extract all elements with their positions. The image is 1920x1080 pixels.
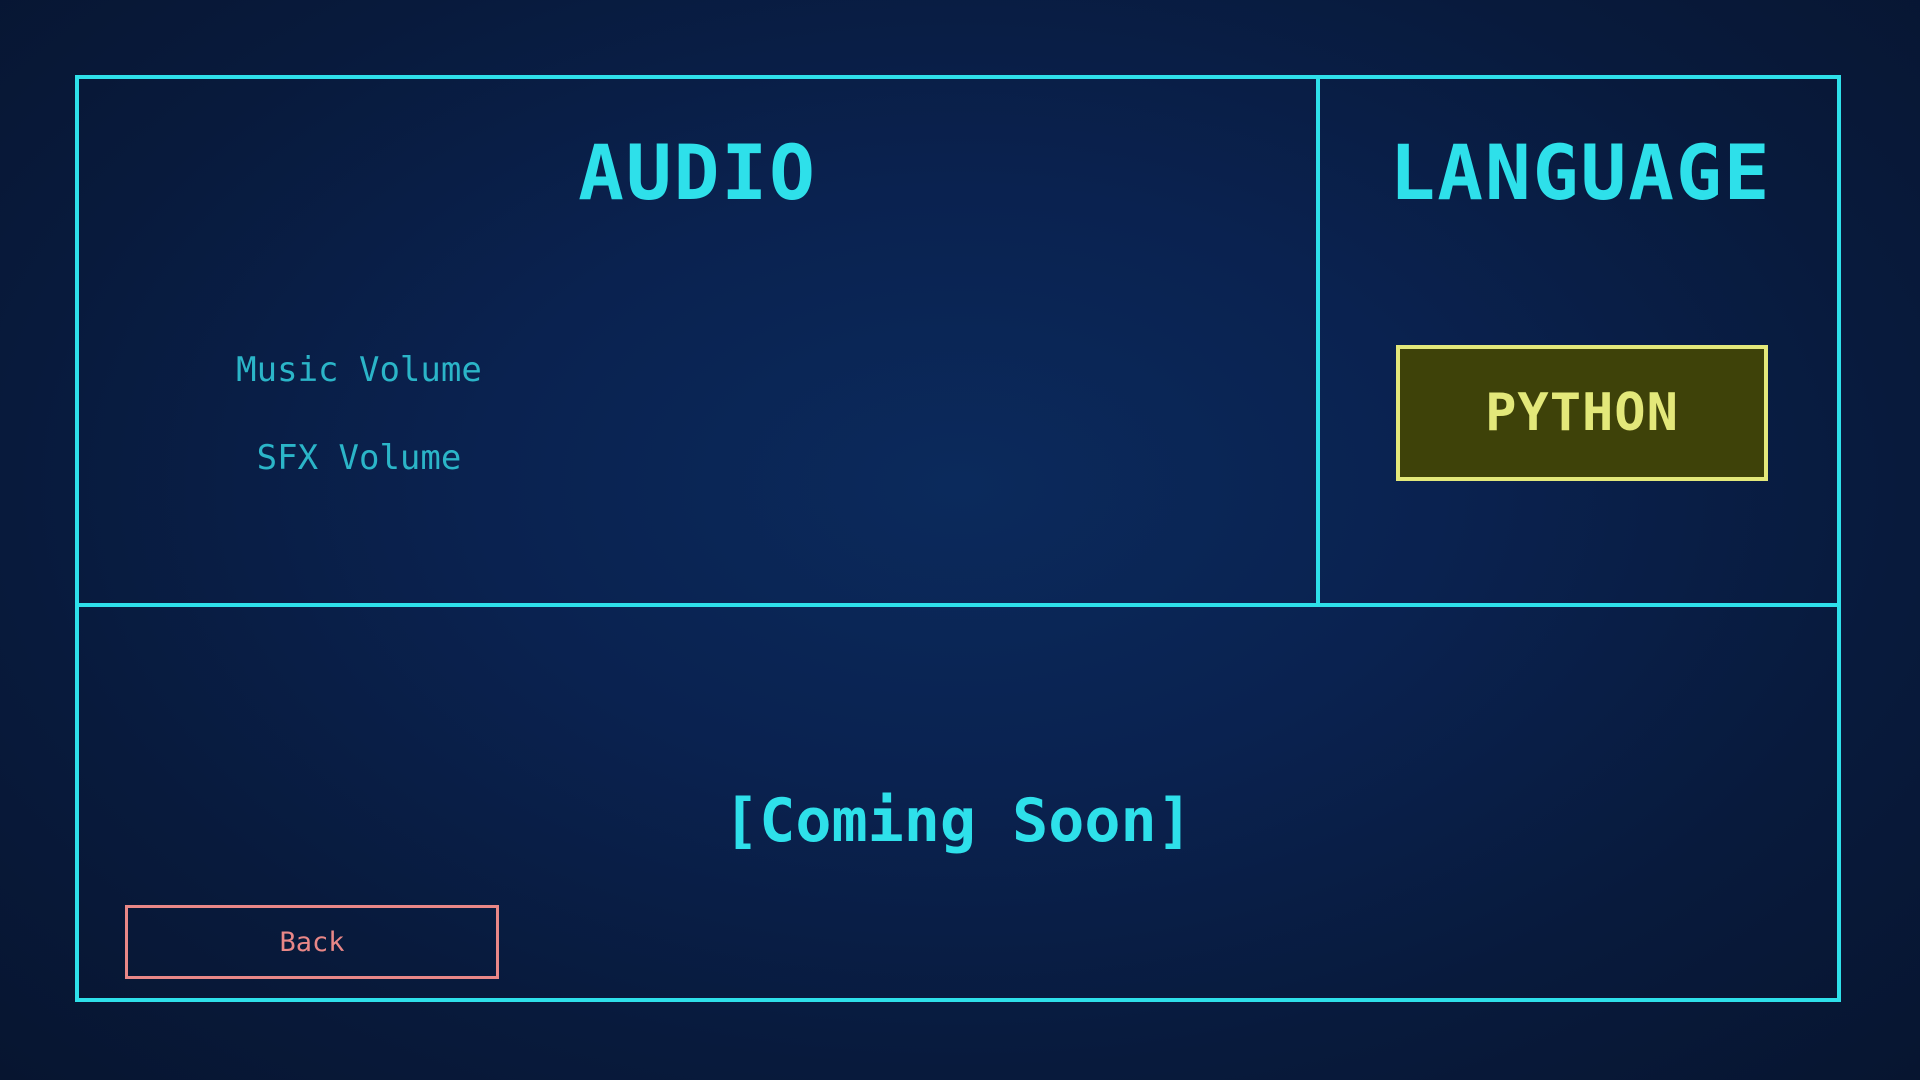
- audio-title: AUDIO: [578, 128, 817, 217]
- horizontal-divider: [79, 603, 1837, 607]
- music-volume-label: Music Volume: [236, 350, 482, 390]
- coming-soon-text: [Coming Soon]: [723, 786, 1193, 856]
- sfx-volume-label: SFX Volume: [256, 438, 462, 478]
- language-title: LANGUAGE: [1389, 128, 1772, 217]
- settings-frame: AUDIO Music Volume SFX Volume LANGUAGE P…: [75, 75, 1841, 1002]
- back-button[interactable]: Back: [125, 905, 499, 979]
- language-select-button[interactable]: PYTHON: [1396, 345, 1768, 481]
